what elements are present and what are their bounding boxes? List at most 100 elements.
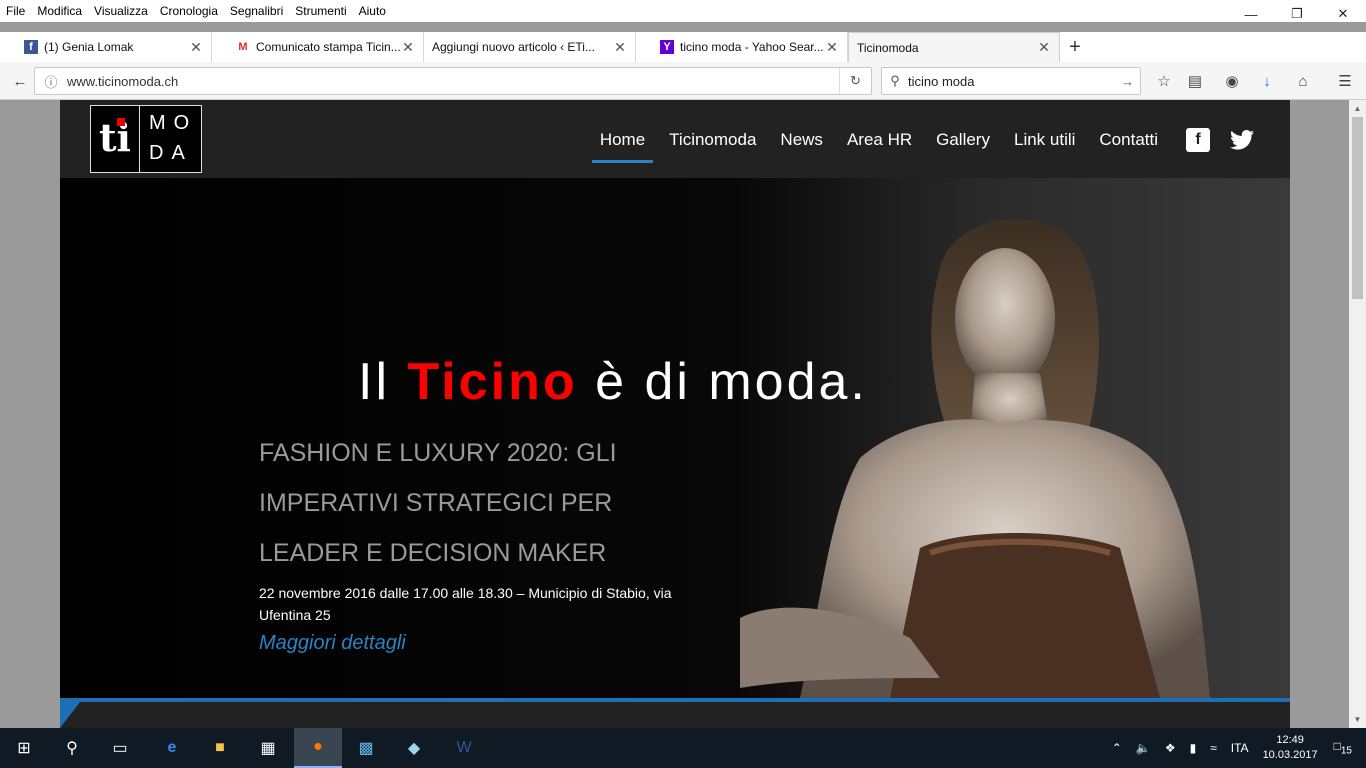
event-title: FASHION E LUXURY 2020: GLI IMPERATIVI ST… — [259, 439, 617, 567]
ticinomoda-logo[interactable]: ti MO DA — [90, 105, 202, 173]
facebook-icon: f — [24, 40, 38, 54]
search-input[interactable]: ticino moda — [908, 74, 974, 89]
menu-file[interactable]: File — [6, 4, 25, 18]
edge-icon[interactable]: e — [148, 728, 196, 768]
app-icon[interactable]: ◆ — [390, 728, 438, 768]
scroll-up-icon[interactable]: ▲ — [1349, 100, 1366, 117]
nav-home[interactable]: Home — [591, 130, 654, 163]
firefox-icon[interactable]: ● — [294, 728, 342, 768]
task-view-icon[interactable]: ▭ — [96, 728, 144, 768]
clock-date: 10.03.2017 — [1262, 749, 1318, 761]
restore-button[interactable]: ❐ — [1274, 0, 1320, 28]
language-indicator[interactable]: ITA — [1231, 741, 1249, 755]
outlook-icon[interactable]: ▩ — [342, 728, 390, 768]
nav-link-utili[interactable]: Link utili — [1014, 130, 1075, 150]
notifications-icon[interactable]: □15 — [1334, 739, 1352, 756]
clock[interactable]: 12:49 10.03.2017 — [1263, 733, 1318, 763]
store-icon[interactable]: ▦ — [244, 728, 292, 768]
search-icon[interactable]: ⚲ — [48, 728, 96, 768]
tab-ticinomoda[interactable]: Ticinomoda ✕ — [848, 32, 1060, 62]
scroll-down-icon[interactable]: ▼ — [1349, 711, 1366, 728]
tab-title: Ticinomoda — [857, 40, 919, 55]
hamburger-menu-icon[interactable]: ☰ — [1333, 69, 1357, 93]
clock-time: 12:49 — [1276, 734, 1304, 746]
tab-bar: f (1) Genia Lomak ✕ M Comunicato stampa … — [0, 32, 1366, 62]
tab-title: (1) Genia Lomak — [44, 40, 134, 54]
close-window-button[interactable]: ✕ — [1320, 0, 1366, 28]
close-tab-icon[interactable]: ✕ — [613, 39, 627, 56]
search-go-icon[interactable]: → — [1121, 74, 1134, 89]
system-tray: ⌃ 🔈 ❖ ▮ ≈ ITA 12:49 10.03.2017 □15 — [1112, 728, 1366, 768]
hero-banner: Il Ticino è di moda. FASHION E LUXURY 20… — [60, 178, 1290, 698]
menu-aiuto[interactable]: Aiuto — [359, 4, 386, 18]
menu-cronologia[interactable]: Cronologia — [160, 4, 218, 18]
nav-toolbar: ← ⓘ www.ticinomoda.ch ↻ ⚲ ticino moda → … — [0, 62, 1366, 100]
menu-segnalibri[interactable]: Segnalibri — [230, 4, 283, 18]
url-bar[interactable]: ⓘ www.ticinomoda.ch ↻ — [34, 67, 872, 95]
close-tab-icon[interactable]: ✕ — [189, 39, 203, 56]
reading-list-icon[interactable]: ▤ — [1183, 69, 1207, 93]
windows-start-icon[interactable]: ⊞ — [0, 728, 48, 768]
headline-highlight: Ticino — [407, 353, 578, 411]
headline-part2: è di moda. — [577, 353, 868, 411]
gmail-icon: M — [238, 41, 248, 53]
tab-yahoo[interactable]: Y ticino moda - Yahoo Sear... ✕ — [636, 32, 848, 62]
twitter-icon[interactable] — [1230, 128, 1254, 152]
tab-facebook[interactable]: f (1) Genia Lomak ✕ — [0, 32, 212, 62]
chevron-up-icon[interactable]: ⌃ — [1112, 741, 1122, 755]
close-tab-icon[interactable]: ✕ — [825, 39, 839, 56]
menu-visualizza[interactable]: Visualizza — [94, 4, 148, 18]
tab-title: ticino moda - Yahoo Sear... — [680, 40, 824, 54]
tab-title: Aggiungi nuovo articolo ‹ ETi... — [432, 40, 595, 54]
model-photo — [740, 219, 1210, 698]
logo-divider — [139, 106, 140, 172]
event-details-link[interactable]: Maggiori dettagli — [259, 632, 406, 655]
tab-gmail[interactable]: M Comunicato stampa Ticin... ✕ — [212, 32, 424, 62]
back-button[interactable]: ← — [8, 69, 32, 93]
search-bar[interactable]: ⚲ ticino moda → — [881, 67, 1141, 95]
menu-modifica[interactable]: Modifica — [37, 4, 82, 18]
site-nav: Home Ticinomoda News Area HR Gallery Lin… — [576, 128, 1254, 163]
yahoo-icon: Y — [660, 40, 674, 54]
url-text[interactable]: www.ticinomoda.ch — [67, 74, 178, 89]
home-icon[interactable]: ⌂ — [1291, 69, 1315, 93]
notification-count: 15 — [1340, 745, 1352, 757]
event-description: 22 novembre 2016 dalle 17.00 alle 18.30 … — [259, 585, 672, 623]
accent-triangle — [60, 702, 80, 728]
nav-ticinomoda[interactable]: Ticinomoda — [669, 130, 756, 150]
volume-icon[interactable]: 🔈 — [1136, 741, 1151, 755]
bookmark-star-icon[interactable]: ☆ — [1152, 69, 1176, 93]
logo-da: DA — [149, 142, 193, 164]
facebook-icon[interactable]: f — [1186, 128, 1210, 152]
tab-wordpress[interactable]: Aggiungi nuovo articolo ‹ ETi... ✕ — [424, 32, 636, 62]
word-icon[interactable]: W — [440, 728, 488, 768]
headline-part1: Il — [358, 353, 408, 411]
nav-contatti[interactable]: Contatti — [1099, 130, 1158, 150]
menu-strumenti[interactable]: Strumenti — [295, 4, 346, 18]
site-header: ti MO DA Home Ticinomoda News Area HR Ga… — [60, 100, 1290, 178]
close-tab-icon[interactable]: ✕ — [401, 39, 415, 56]
close-tab-icon[interactable]: ✕ — [1037, 39, 1051, 56]
nav-gallery[interactable]: Gallery — [936, 130, 990, 150]
dropbox-icon[interactable]: ❖ — [1165, 741, 1176, 755]
search-icon: ⚲ — [890, 73, 900, 88]
lower-section — [60, 702, 1290, 728]
nav-area-hr[interactable]: Area HR — [847, 130, 912, 150]
battery-icon[interactable]: ▮ — [1190, 741, 1197, 755]
page-scrollbar[interactable]: ▲ ▼ — [1349, 100, 1366, 728]
minimize-button[interactable]: — — [1228, 0, 1274, 28]
tab-title: Comunicato stampa Ticin... — [256, 40, 401, 54]
wifi-icon[interactable]: ≈ — [1210, 741, 1217, 755]
info-icon[interactable]: ⓘ — [35, 72, 67, 91]
menu-bar: File Modifica Visualizza Cronologia Segn… — [0, 0, 1366, 22]
pocket-icon[interactable]: ◉ — [1220, 69, 1244, 93]
file-explorer-icon[interactable]: ■ — [196, 728, 244, 768]
hero-headline: Il Ticino è di moda. — [358, 352, 868, 412]
download-icon[interactable]: ↓ — [1255, 69, 1279, 93]
scroll-thumb[interactable] — [1352, 117, 1363, 299]
new-tab-button[interactable]: + — [1060, 32, 1090, 62]
reload-icon[interactable]: ↻ — [839, 68, 871, 94]
webpage: ti MO DA Home Ticinomoda News Area HR Ga… — [60, 100, 1290, 728]
logo-mo: MO — [149, 112, 198, 134]
nav-news[interactable]: News — [780, 130, 823, 150]
